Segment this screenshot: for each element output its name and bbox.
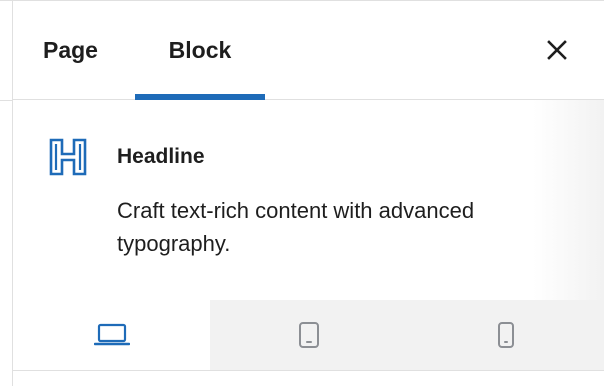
device-tab-desktop[interactable] — [13, 300, 210, 370]
settings-sidebar-frame: Page Block Headline Craft text-rich cont… — [0, 0, 604, 386]
tab-page[interactable]: Page — [43, 1, 98, 99]
close-button[interactable] — [542, 35, 572, 65]
mobile-icon — [497, 322, 514, 348]
tablet-icon — [298, 322, 319, 348]
block-title: Headline — [117, 145, 205, 168]
device-tab-tablet[interactable] — [210, 300, 407, 370]
device-tab-mobile[interactable] — [407, 300, 604, 370]
tab-block[interactable]: Block — [135, 1, 265, 100]
block-card: Headline Craft text-rich content with ad… — [13, 100, 604, 300]
sidebar-tabs: Page Block — [13, 1, 604, 100]
desktop-icon — [93, 323, 130, 346]
device-preview-tabs — [13, 300, 604, 371]
block-settings-panel: Page Block Headline Craft text-rich cont… — [13, 1, 604, 386]
tab-block-label: Block — [168, 36, 232, 63]
block-description: Craft text-rich content with advanced ty… — [117, 198, 475, 256]
editor-edge — [0, 1, 13, 386]
editor-edge-divider — [0, 100, 12, 101]
heading-icon — [49, 138, 87, 176]
close-icon — [547, 40, 567, 60]
